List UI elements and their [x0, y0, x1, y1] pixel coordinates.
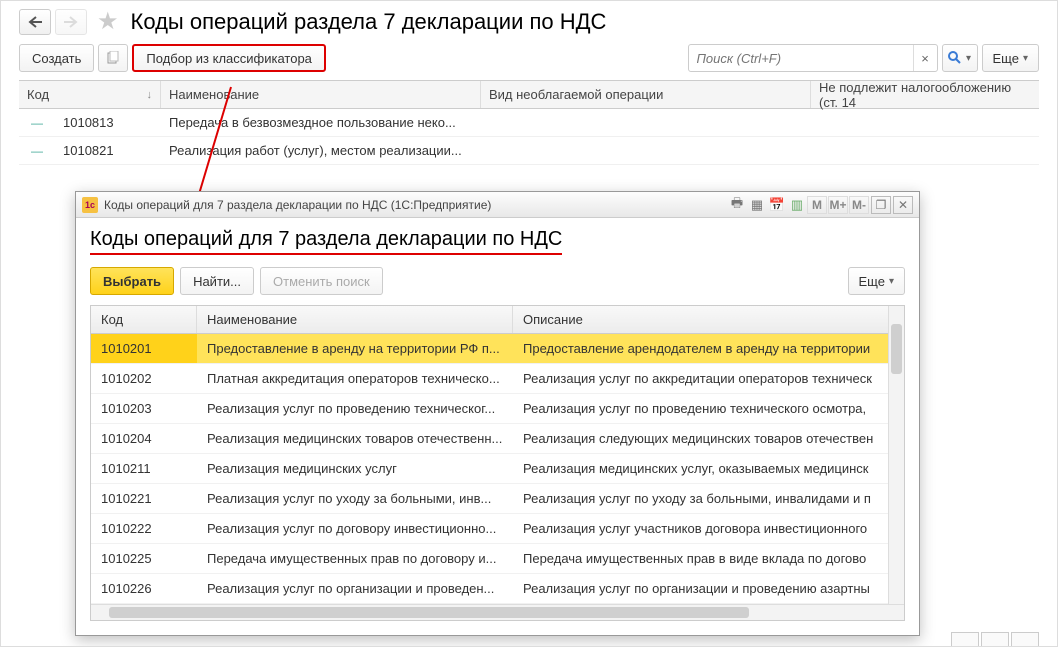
chevron-down-icon: ▾ — [1023, 53, 1028, 64]
row-code: 1010226 — [91, 574, 197, 603]
page-tab[interactable] — [951, 632, 979, 646]
dialog-table-row[interactable]: 1010204Реализация медицинских товаров от… — [91, 424, 904, 454]
column-header-name[interactable]: Наименование — [161, 81, 481, 108]
row-code: 1010225 — [91, 544, 197, 573]
row-name: Предоставление в аренду на территории РФ… — [197, 334, 513, 363]
grid-icon[interactable]: ▦ — [748, 196, 766, 214]
sort-indicator-icon: ↓ — [147, 89, 153, 101]
create-button[interactable]: Создать — [19, 44, 94, 72]
row-desc: Реализация услуг участников договора инв… — [513, 514, 904, 543]
row-desc: Реализация услуг по аккредитации операто… — [513, 364, 904, 393]
row-desc: Реализация следующих медицинских товаров… — [513, 424, 904, 453]
row-desc: Предоставление арендодателем в аренду на… — [513, 334, 904, 363]
row-name: Реализация медицинских услуг — [197, 454, 513, 483]
chevron-down-icon: ▾ — [966, 53, 971, 64]
row-desc: Реализация услуг по организации и провед… — [513, 574, 904, 603]
vertical-scrollbar[interactable] — [888, 306, 904, 604]
favorite-star-icon[interactable]: ★ — [97, 7, 119, 36]
main-grid: Код ↓ Наименование Вид необлагаемой опер… — [19, 80, 1039, 165]
calendar-icon[interactable]: 📅 — [768, 196, 786, 214]
select-button[interactable]: Выбрать — [90, 267, 174, 295]
dialog-col-name[interactable]: Наименование — [197, 306, 513, 333]
m-button[interactable]: M — [807, 196, 827, 214]
row-code: 1010211 — [91, 454, 197, 483]
dialog-table-row[interactable]: 1010202Платная аккредитация операторов т… — [91, 364, 904, 394]
row-code: 1010201 — [91, 334, 197, 363]
dialog-more-button[interactable]: Еще▾ — [848, 267, 905, 295]
row-code: 1010221 — [91, 484, 197, 513]
m-plus-button[interactable]: M+ — [828, 196, 848, 214]
dialog-col-desc[interactable]: Описание — [513, 306, 904, 333]
calendar2-icon[interactable]: ▥ — [788, 196, 806, 214]
copy-button[interactable] — [98, 44, 128, 72]
cancel-find-button: Отменить поиск — [260, 267, 383, 295]
row-name: Реализация услуг по договору инвестицион… — [197, 514, 513, 543]
app-logo-icon: 1c — [82, 197, 98, 213]
restore-window-button[interactable]: ❐ — [871, 196, 891, 214]
row-name: Реализация медицинских товаров отечестве… — [197, 424, 513, 453]
page-tab[interactable] — [981, 632, 1009, 646]
row-name: Платная аккредитация операторов техничес… — [197, 364, 513, 393]
horizontal-scrollbar[interactable] — [91, 604, 904, 620]
dialog-table-row[interactable]: 1010203Реализация услуг по проведению те… — [91, 394, 904, 424]
print-icon[interactable]: 🖶 — [728, 196, 746, 214]
row-code: 1010222 — [91, 514, 197, 543]
column-header-tax[interactable]: Не подлежит налогообложению (ст. 14 — [811, 81, 1039, 108]
row-name: Передача в безвозмездное пользование нек… — [161, 115, 1039, 130]
close-window-button[interactable]: ✕ — [893, 196, 913, 214]
search-input[interactable] — [689, 51, 913, 66]
row-name: Реализация услуг по организации и провед… — [197, 574, 513, 603]
row-code: 1010204 — [91, 424, 197, 453]
row-desc: Реализация медицинских услуг, оказываемы… — [513, 454, 904, 483]
table-row[interactable]: —1010821Реализация работ (услуг), местом… — [19, 137, 1039, 165]
page-title: Коды операций раздела 7 декларации по НД… — [131, 9, 607, 35]
dialog-table-row[interactable]: 1010225Передача имущественных прав по до… — [91, 544, 904, 574]
find-button[interactable]: Найти... — [180, 267, 254, 295]
forward-button[interactable] — [55, 9, 87, 35]
dialog-heading: Коды операций для 7 раздела декларации п… — [90, 228, 562, 255]
classifier-pick-button[interactable]: Подбор из классификатора — [132, 44, 326, 72]
dialog-table-row[interactable]: 1010226Реализация услуг по организации и… — [91, 574, 904, 604]
dialog-table-row[interactable]: 1010211Реализация медицинских услугРеали… — [91, 454, 904, 484]
dialog-col-code[interactable]: Код — [91, 306, 197, 333]
row-name: Реализация услуг по уходу за больными, и… — [197, 484, 513, 513]
row-code: 1010821 — [55, 143, 161, 158]
dialog-table-row[interactable]: 1010222Реализация услуг по договору инве… — [91, 514, 904, 544]
row-desc: Передача имущественных прав в виде вклад… — [513, 544, 904, 573]
table-row[interactable]: —1010813Передача в безвозмездное пользов… — [19, 109, 1039, 137]
m-minus-button[interactable]: M- — [849, 196, 869, 214]
page-tabs — [951, 632, 1039, 646]
row-code: 1010813 — [55, 115, 161, 130]
back-button[interactable] — [19, 9, 51, 35]
column-header-op-type[interactable]: Вид необлагаемой операции — [481, 81, 811, 108]
dialog-title: Коды операций для 7 раздела декларации п… — [104, 198, 491, 212]
dialog-grid: Код Наименование Описание 1010201Предост… — [90, 305, 905, 621]
page-tab[interactable] — [1011, 632, 1039, 646]
row-name: Реализация работ (услуг), местом реализа… — [161, 143, 1039, 158]
dialog-table-row[interactable]: 1010201Предоставление в аренду на террит… — [91, 334, 904, 364]
row-desc: Реализация услуг по проведению техническ… — [513, 394, 904, 423]
row-code: 1010203 — [91, 394, 197, 423]
row-desc: Реализация услуг по уходу за больными, и… — [513, 484, 904, 513]
row-name: Реализация услуг по проведению техническ… — [197, 394, 513, 423]
row-name: Передача имущественных прав по договору … — [197, 544, 513, 573]
chevron-down-icon: ▾ — [889, 276, 894, 287]
search-dropdown-button[interactable]: ▾ — [942, 44, 978, 72]
search-clear-button[interactable]: × — [913, 45, 937, 71]
row-marker-icon: — — [19, 116, 55, 130]
row-marker-icon: — — [19, 144, 55, 158]
more-button[interactable]: Еще▾ — [982, 44, 1039, 72]
column-header-code[interactable]: Код ↓ — [19, 81, 161, 108]
classifier-dialog: 1c Коды операций для 7 раздела деклараци… — [75, 191, 920, 636]
row-code: 1010202 — [91, 364, 197, 393]
dialog-table-row[interactable]: 1010221Реализация услуг по уходу за боль… — [91, 484, 904, 514]
search-input-wrap: × — [688, 44, 938, 72]
